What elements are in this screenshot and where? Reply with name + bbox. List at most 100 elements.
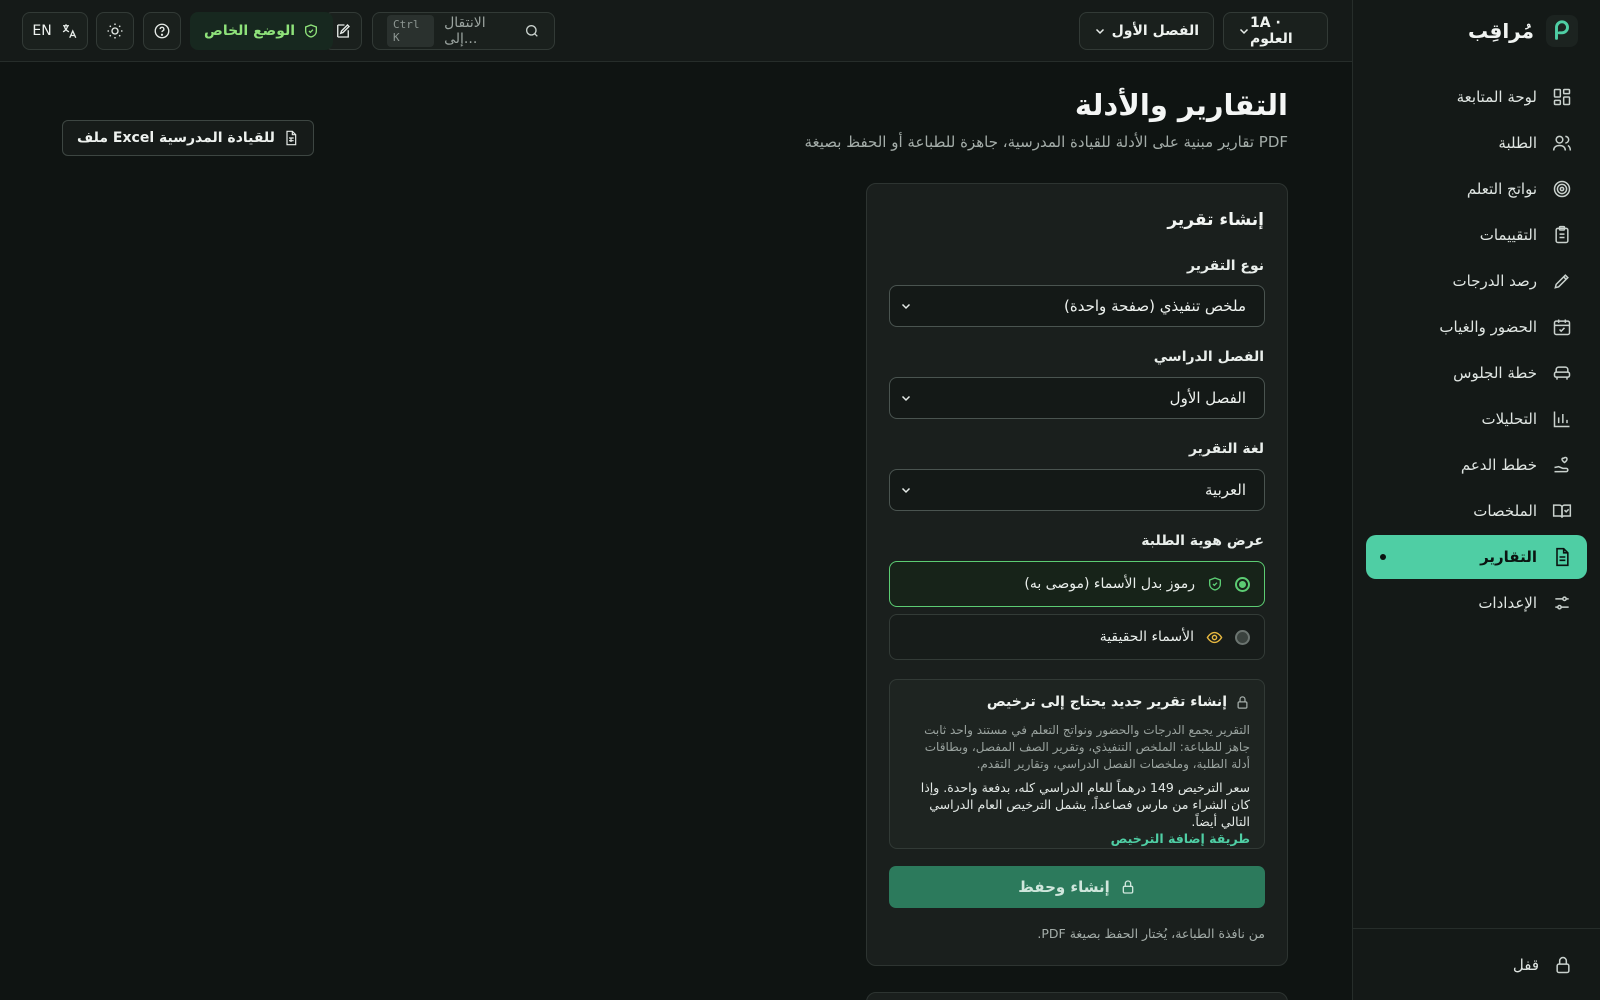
lock-button[interactable]: قفل — [1353, 928, 1600, 1000]
create-report-title: إنشاء تقرير — [1167, 210, 1264, 230]
search-placeholder: الانتقال إلى... — [444, 15, 486, 47]
chevron-down-icon — [1094, 25, 1106, 37]
language-select[interactable]: العربية — [889, 469, 1265, 511]
term-label: الفصل الدراسي — [1153, 349, 1264, 365]
create-report-card: إنشاء تقرير نوع التقرير ملخص تنفيذي (صفح… — [866, 183, 1288, 966]
sun-icon — [106, 22, 124, 40]
sidebar-item-summaries[interactable]: الملخصات — [1366, 489, 1587, 533]
sliders-icon — [1551, 592, 1573, 614]
excel-export-button[interactable]: ملف Excel للقيادة المدرسية — [62, 120, 314, 156]
report-type-value: ملخص تنفيذي (صفحة واحدة) — [1064, 297, 1246, 315]
chevron-down-icon — [900, 392, 912, 404]
class-select-value: 1A · العلوم — [1250, 15, 1293, 47]
book-check-icon — [1551, 500, 1573, 522]
language-label: لغة التقرير — [1188, 441, 1264, 457]
sidebar-item-label: لوحة المتابعة — [1456, 88, 1537, 106]
help-icon — [153, 22, 171, 40]
users-icon — [1551, 132, 1573, 154]
page-subtitle: تقارير مبنية على الأدلة للقيادة المدرسية… — [804, 133, 1288, 151]
bar-chart-icon — [1551, 408, 1573, 430]
sidebar-item-label: الإعدادات — [1478, 594, 1537, 612]
brand[interactable]: مُراقِب — [1353, 0, 1600, 62]
theme-toggle-button[interactable] — [96, 12, 134, 50]
create-save-button[interactable]: إنشاء وحفظ — [889, 866, 1265, 908]
search-input[interactable]: Ctrl K الانتقال إلى... — [372, 12, 555, 50]
note-edit-icon — [334, 22, 352, 40]
calendar-check-icon — [1551, 316, 1573, 338]
sidebar-item-label: الملخصات — [1473, 502, 1537, 520]
sidebar-item-settings[interactable]: الإعدادات — [1366, 581, 1587, 625]
sidebar-item-grading[interactable]: رصد الدرجات — [1366, 259, 1587, 303]
license-how-to-link[interactable]: طريقة إضافة الترخيص — [904, 830, 1250, 848]
sidebar-item-label: خطط الدعم — [1460, 456, 1537, 474]
chevron-down-icon — [900, 484, 912, 496]
lock-icon — [1553, 955, 1573, 975]
identity-label: عرض هوية الطلبة — [1141, 533, 1264, 549]
sidebar-nav: لوحة المتابعة الطلبة نواتج التعلم التقيي… — [1353, 75, 1600, 625]
file-spreadsheet-icon — [283, 130, 299, 146]
shield-check-icon — [303, 23, 319, 39]
report-type-select[interactable]: ملخص تنفيذي (صفحة واحدة) — [889, 285, 1265, 327]
create-save-label: إنشاء وحفظ — [1018, 878, 1110, 896]
sidebar-item-seating[interactable]: خطة الجلوس — [1366, 351, 1587, 395]
radio-selected[interactable] — [1235, 576, 1250, 592]
chevron-down-icon — [1238, 25, 1250, 37]
next-card — [866, 992, 1288, 1000]
identity-option-real-names[interactable]: الأسماء الحقيقية — [889, 614, 1265, 660]
help-button[interactable] — [143, 12, 181, 50]
license-title-row: إنشاء تقرير جديد يحتاج إلى ترخيص — [904, 694, 1250, 710]
active-indicator — [1380, 554, 1386, 560]
term-select-value: الفصل الأول — [1111, 23, 1199, 39]
term-select-field[interactable]: الفصل الأول — [889, 377, 1265, 419]
license-title: إنشاء تقرير جديد يحتاج إلى ترخيص — [986, 694, 1227, 710]
lock-icon — [1120, 879, 1136, 895]
chevron-down-icon — [900, 300, 912, 312]
term-value: الفصل الأول — [1169, 389, 1246, 407]
brand-name: مُراقِب — [1468, 19, 1534, 43]
language-value: العربية — [1205, 481, 1246, 499]
radio-unselected[interactable] — [1235, 629, 1250, 645]
lock-icon — [1235, 695, 1250, 710]
language-toggle-button[interactable]: EN — [22, 12, 88, 50]
seat-icon — [1551, 362, 1573, 384]
excel-button-label: ملف Excel للقيادة المدرسية — [77, 130, 275, 146]
print-footnote: من نافذة الطباعة، يُختار الحفظ بصيغة PDF… — [1037, 926, 1265, 941]
sidebar-item-label: التقارير — [1480, 548, 1537, 566]
sidebar-item-outcomes[interactable]: نواتج التعلم — [1366, 167, 1587, 211]
sidebar-item-support-plans[interactable]: خطط الدعم — [1366, 443, 1587, 487]
sidebar-item-attendance[interactable]: الحضور والغياب — [1366, 305, 1587, 349]
sidebar-item-label: التقييمات — [1479, 226, 1537, 244]
term-select[interactable]: الفصل الأول — [1079, 12, 1214, 50]
sidebar-item-label: الطلبة — [1498, 134, 1537, 152]
shield-check-icon — [1207, 576, 1223, 592]
sidebar-item-label: نواتج التعلم — [1466, 180, 1537, 198]
file-text-icon — [1551, 546, 1573, 568]
sidebar-item-label: خطة الجلوس — [1453, 364, 1537, 382]
eye-icon — [1206, 629, 1223, 646]
license-body: التقرير يجمع الدرجات والحضور ونواتج التع… — [924, 723, 1250, 771]
sidebar-item-analytics[interactable]: التحليلات — [1366, 397, 1587, 441]
language-label: EN — [32, 23, 52, 39]
clipboard-icon — [1551, 224, 1573, 246]
identity-option-label: الأسماء الحقيقية — [1099, 629, 1194, 645]
hand-heart-icon — [1551, 454, 1573, 476]
sidebar-item-assessments[interactable]: التقييمات — [1366, 213, 1587, 257]
sidebar-item-reports[interactable]: التقارير — [1366, 535, 1587, 579]
class-select[interactable]: 1A · العلوم — [1223, 12, 1328, 50]
search-icon — [524, 23, 540, 39]
identity-option-label: رموز بدل الأسماء (موصى به) — [1024, 576, 1195, 592]
sidebar: مُراقِب لوحة المتابعة الطلبة نواتج التعل… — [1352, 0, 1600, 1000]
sidebar-item-label: رصد الدرجات — [1452, 272, 1537, 290]
sidebar-item-dashboard[interactable]: لوحة المتابعة — [1366, 75, 1587, 119]
brand-logo-icon — [1546, 15, 1578, 47]
pencil-icon — [1551, 270, 1573, 292]
identity-option-codes[interactable]: رموز بدل الأسماء (موصى به) — [889, 561, 1265, 607]
privacy-mode-badge[interactable]: الوضع الخاص — [190, 12, 334, 50]
privacy-mode-label: الوضع الخاص — [204, 23, 296, 39]
license-notice: إنشاء تقرير جديد يحتاج إلى ترخيص التقرير… — [889, 679, 1265, 849]
page-title: التقارير والأدلة — [1074, 88, 1288, 122]
sidebar-item-students[interactable]: الطلبة — [1366, 121, 1587, 165]
search-shortcut: Ctrl K — [387, 15, 435, 47]
target-icon — [1551, 178, 1573, 200]
report-type-label: نوع التقرير — [1187, 258, 1264, 274]
